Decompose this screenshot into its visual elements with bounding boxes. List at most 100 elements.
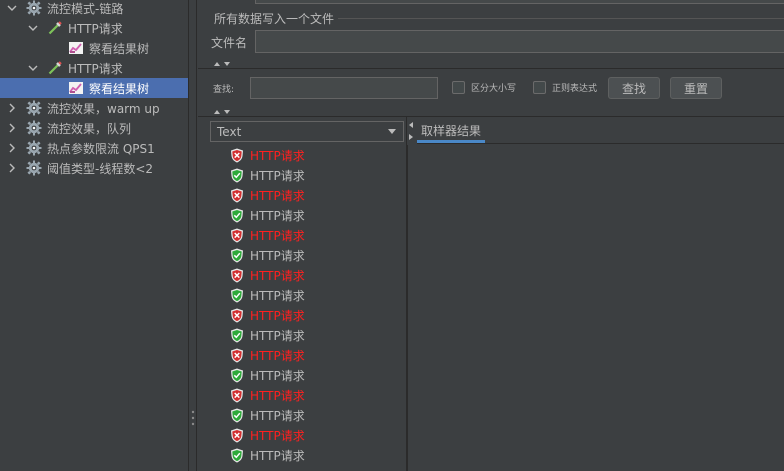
chart-icon [68,80,84,96]
tree-node-label: 察看结果树 [89,41,150,56]
result-item[interactable]: HTTP请求 [230,405,305,425]
result-item-label: HTTP请求 [250,428,305,443]
result-item[interactable]: HTTP请求 [230,305,305,325]
case-sensitive-checkbox[interactable] [452,81,465,94]
chevron-right-icon[interactable] [6,162,18,174]
splitter-grip-icon[interactable] [191,410,195,426]
error-shield-icon [230,428,244,443]
tree-node[interactable]: HTTP请求 [0,58,188,78]
filename-input[interactable] [255,30,784,53]
search-label: 查找: [213,85,235,95]
result-item[interactable]: HTTP请求 [230,225,305,245]
tree-node[interactable]: 察看结果树 [0,78,188,98]
result-item-label: HTTP请求 [250,168,305,183]
error-shield-icon [230,228,244,243]
tree-node-label: 流控效果，队列 [47,121,132,136]
success-shield-icon [230,288,244,303]
result-item-label: HTTP请求 [250,228,305,243]
regex-label: 正则表达式 [552,84,598,94]
success-shield-icon [230,408,244,423]
file-section-title: 所有数据写入一个文件 [214,12,335,26]
tree-node-label: 流控模式-链路 [47,1,124,16]
result-item[interactable]: HTTP请求 [230,265,305,285]
error-shield-icon [230,188,244,203]
test-plan-tree[interactable]: 流控模式-链路 HTTP请求 察看结果树 HTTP请求 察看结果树 流控效果，warm u… [0,0,188,471]
collapse-toggle-icon[interactable] [212,61,236,67]
chevron-down-icon[interactable] [27,22,39,34]
result-item[interactable]: HTTP请求 [230,145,305,165]
find-button[interactable]: 查找 [608,77,660,99]
tree-node-label: 流控效果，warm up [47,101,160,116]
collapse-toggle-icon[interactable] [212,109,236,115]
error-shield-icon [230,148,244,163]
result-item-label: HTTP请求 [250,328,305,343]
search-input[interactable] [250,77,438,99]
result-item[interactable]: HTTP请求 [230,425,305,445]
reset-button[interactable]: 重置 [670,77,722,99]
error-shield-icon [230,268,244,283]
result-item-label: HTTP请求 [250,348,305,363]
filename-label: 文件名 [211,36,248,50]
divider [198,116,784,117]
result-item[interactable]: HTTP请求 [230,165,305,185]
result-item[interactable]: HTTP请求 [230,245,305,265]
result-item[interactable]: HTTP请求 [230,185,305,205]
tree-node-label: 察看结果树 [89,81,150,96]
chevron-down-icon[interactable] [6,2,18,14]
result-item-label: HTTP请求 [250,148,305,163]
result-tree-panel: 所有数据写入一个文件 文件名 查找: 区分大小写 正则表达式 查找 重置 Tex… [198,0,784,471]
tree-node[interactable]: 流控模式-链路 [0,0,188,18]
chart-icon [68,40,84,56]
result-item-label: HTTP请求 [250,208,305,223]
result-item[interactable]: HTTP请求 [230,345,305,365]
success-shield-icon [230,248,244,263]
regex-checkbox[interactable] [533,81,546,94]
renderer-select-value: Text [217,124,242,139]
chevron-right-icon[interactable] [6,122,18,134]
comment-field[interactable] [255,0,784,4]
result-item-label: HTTP请求 [250,388,305,403]
error-shield-icon [230,348,244,363]
tree-node[interactable]: 阈值类型-线程数<2 [0,158,188,178]
tree-node-label: 热点参数限流 QPS1 [47,141,155,156]
result-item[interactable]: HTTP请求 [230,365,305,385]
tree-node[interactable]: 流控效果，队列 [0,118,188,138]
result-item-label: HTTP请求 [250,448,305,463]
success-shield-icon [230,328,244,343]
chevron-right-icon[interactable] [6,102,18,114]
gear-icon [26,140,42,156]
result-item[interactable]: HTTP请求 [230,385,305,405]
gear-icon [26,120,42,136]
success-shield-icon [230,168,244,183]
success-shield-icon [230,208,244,223]
chevron-right-icon[interactable] [6,142,18,154]
tab-sampler-result[interactable]: 取样器结果 [417,120,486,143]
pipette-icon [47,60,63,76]
result-item-label: HTTP请求 [250,368,305,383]
tree-node[interactable]: 流控效果，warm up [0,98,188,118]
result-item[interactable]: HTTP请求 [230,325,305,345]
result-item[interactable]: HTTP请求 [230,445,305,465]
result-item[interactable]: HTTP请求 [230,285,305,305]
result-item-label: HTTP请求 [250,248,305,263]
renderer-select[interactable]: Text [210,121,404,142]
result-item-label: HTTP请求 [250,288,305,303]
tree-node[interactable]: 察看结果树 [0,38,188,58]
split-arrows-icon[interactable] [408,121,414,143]
chevron-down-icon[interactable] [27,62,39,74]
tree-node[interactable]: HTTP请求 [0,18,188,38]
tree-node-label: HTTP请求 [68,21,123,36]
gear-icon [26,100,42,116]
tree-node[interactable]: 热点参数限流 QPS1 [0,138,188,158]
tree-node-label: HTTP请求 [68,61,123,76]
error-shield-icon [230,388,244,403]
pipette-icon [47,20,63,36]
result-item[interactable]: HTTP请求 [230,205,305,225]
vertical-splitter[interactable] [406,117,416,471]
splitter[interactable] [188,0,197,471]
result-item-label: HTTP请求 [250,268,305,283]
sample-result-list[interactable]: HTTP请求 HTTP请求 HTTP请求 HTTP请求 HTTP请求 HTTP请求 HTTP… [210,145,408,471]
success-shield-icon [230,448,244,463]
